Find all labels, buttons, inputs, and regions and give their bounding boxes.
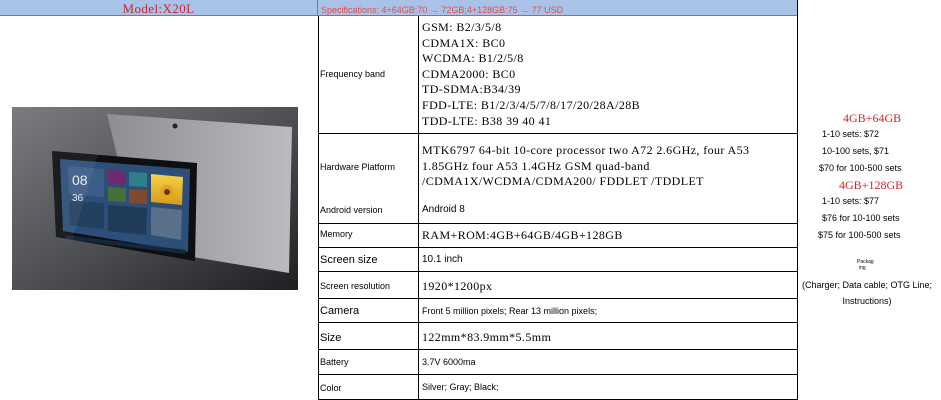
price-tier: $75 for 100-500 sets [818,230,901,240]
price-tier: 10-100 sets, $71 [822,146,890,156]
frequency-band-line: GSM: B2/3/5/8 [422,20,502,34]
packaging-label: ing [859,265,866,271]
label-size: Size [320,332,342,344]
frequency-band-line: CDMA2000: BC0 [422,66,516,81]
divider [318,298,798,299]
divider [318,271,798,272]
size-value: 122mm*83.9mm*5.5mm [422,330,552,344]
frequency-band-line: CDMA1X: BC0 [422,35,506,50]
frequency-band-list: GSM: B2/3/5/8 CDMA1X: BC0 WCDMA: B1/2/5/… [422,20,792,129]
divider [797,0,798,400]
price-tier: 1-10 sets: $72 [822,129,880,139]
screen-resolution-value: 1920*1200px [422,279,493,293]
label-screen-size: Screen size [320,254,378,266]
divider [318,247,798,248]
label-screen-resolution: Screen resolution [320,281,391,291]
frequency-band-line: WCDMA: B1/2/5/8 [422,51,524,66]
divider [318,374,798,375]
battery-value: 3.7V 6000ma [422,357,476,367]
frequency-band-line: TD-SDMA:B34/39 [422,82,521,97]
android-version-value: Android 8 [422,204,465,215]
label-color: Color [320,383,342,393]
divider [318,322,798,323]
label-memory: Memory [320,229,353,239]
price-tier: $70 for 100-500 sets [819,163,902,173]
divider [318,349,798,350]
divider [318,16,319,400]
specifications-header: Specifications: 4+64GB:70 → 72GB;4+128GB… [318,0,798,16]
divider [418,16,419,400]
spec-sheet: Model:X20L Specifications: 4+64GB:70 → 7… [0,0,941,400]
camera-value: Front 5 million pixels; Rear 13 million … [422,306,598,316]
price-tier: 1-10 sets: $77 [822,196,880,206]
price-group-title: 4GB+64GB [843,111,902,125]
label-battery: Battery [320,357,349,367]
frequency-band-line: TDD-LTE: B38 39 40 41 [422,113,552,128]
divider [318,133,798,134]
tablet-illustration: 08 36 [12,107,298,290]
price-tier: $76 for 10-100 sets [822,213,900,223]
specifications-label: Specifications: 4+64GB:70 → 72GB;4+128GB… [321,5,564,15]
hardware-platform-value: MTK6797 64-bit 10-core processor two A72… [422,143,750,189]
memory-value: RAM+ROM:4GB+64GB/4GB+128GB [422,228,623,242]
packaging-contents: (Charger; Data cable; OTG Line; Instruct… [801,280,933,306]
label-frequency-band: Frequency band [320,69,386,79]
model-header: Model:X20L [0,0,318,16]
price-group-title: 4GB+128GB [839,178,904,192]
color-value: Silver; Gray; Black; [422,382,499,392]
model-label: Model:X20L [122,1,195,16]
label-android-version: Android version [320,205,383,215]
tablet-photo: 08 36 [12,107,298,290]
frequency-band-line: FDD-LTE: B1/2/3/4/5/7/8/17/20/28A/28B [422,97,641,112]
divider [318,223,798,224]
screen-size-value: 10.1 inch [422,254,463,265]
label-hardware-platform: Hardware Platform [320,162,396,172]
label-camera: Camera [320,305,360,317]
